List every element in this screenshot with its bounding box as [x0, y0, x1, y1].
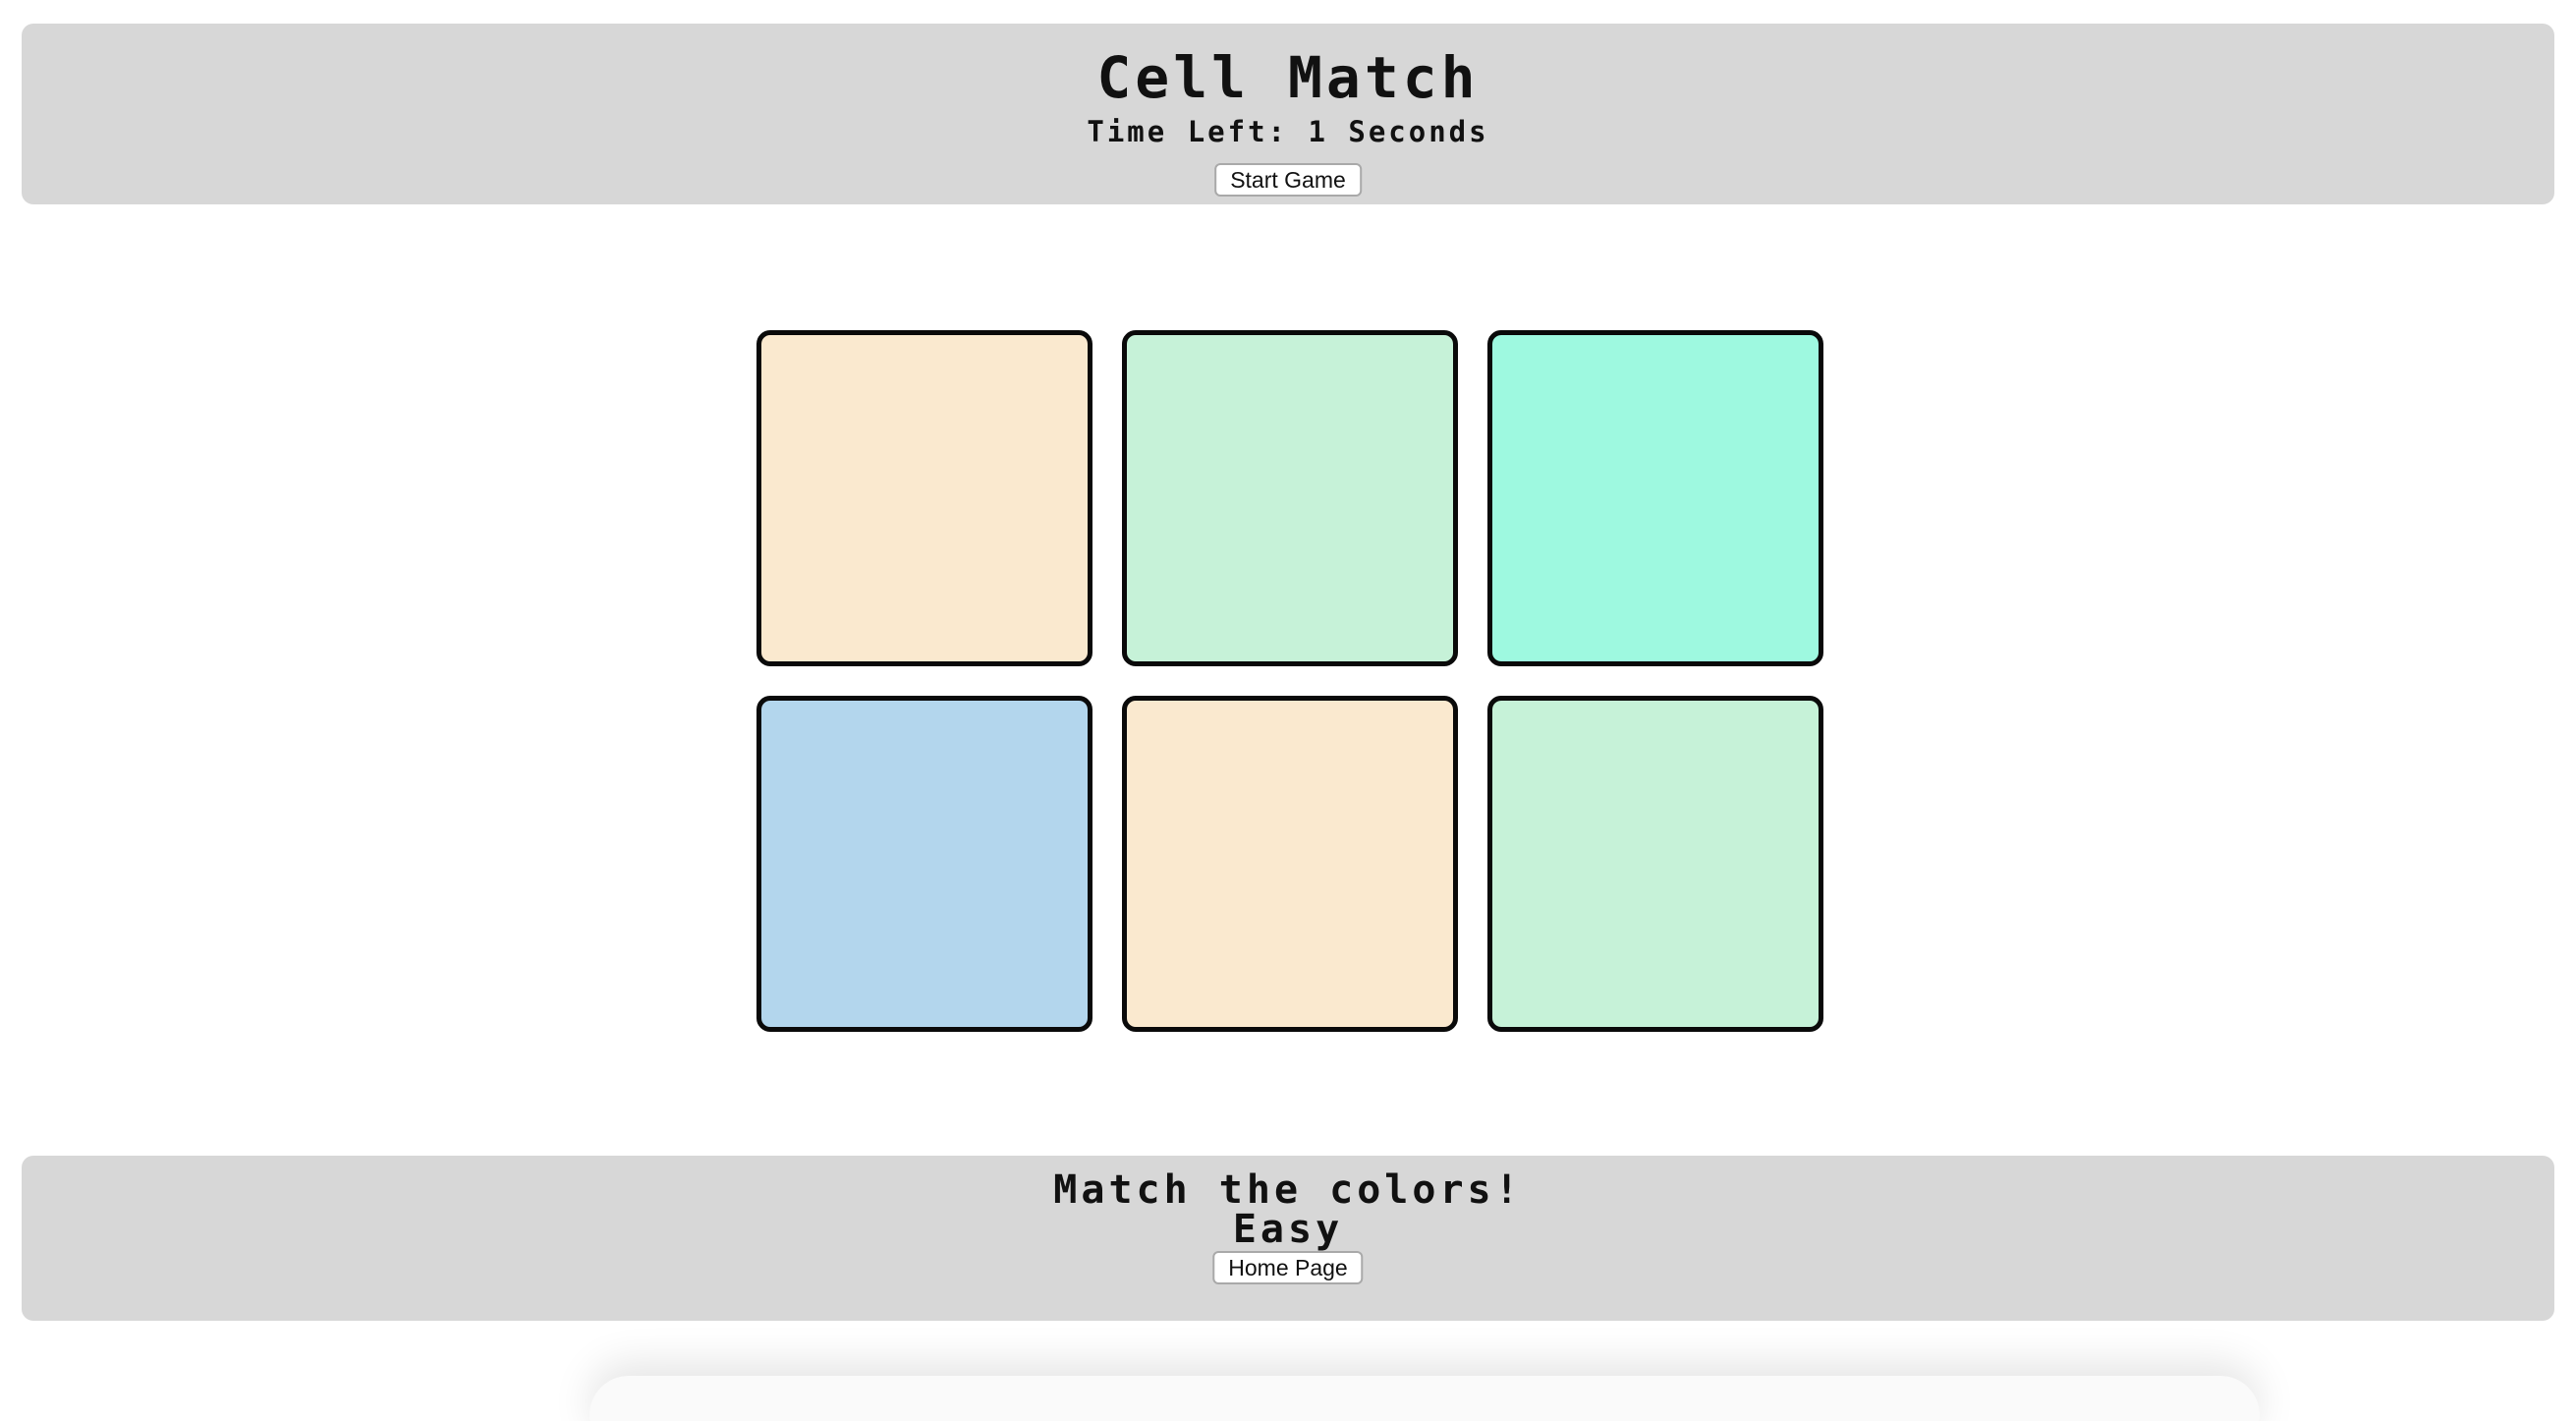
- cell-grid: [756, 330, 1823, 1032]
- bottom-shadow-decoration: [589, 1376, 2260, 1421]
- cell-4[interactable]: [756, 696, 1092, 1032]
- cell-2[interactable]: [1122, 330, 1458, 666]
- cell-3[interactable]: [1487, 330, 1823, 666]
- game-screen: Cell Match Time Left: 1 Seconds Start Ga…: [0, 0, 2576, 1421]
- start-game-button[interactable]: Start Game: [1214, 163, 1362, 197]
- difficulty-level: Easy: [1232, 1207, 1344, 1252]
- cell-5[interactable]: [1122, 696, 1458, 1032]
- header-panel: Cell Match Time Left: 1 Seconds Start Ga…: [22, 24, 2554, 204]
- cell-1[interactable]: [756, 330, 1092, 666]
- timer-display: Time Left: 1 Seconds: [1087, 115, 1489, 148]
- game-title: Cell Match: [1096, 44, 1480, 111]
- instruction-message: Match the colors!: [1053, 1167, 1523, 1213]
- cell-6[interactable]: [1487, 696, 1823, 1032]
- footer-panel: Match the colors! Easy Home Page: [22, 1156, 2554, 1321]
- home-page-button[interactable]: Home Page: [1212, 1251, 1364, 1284]
